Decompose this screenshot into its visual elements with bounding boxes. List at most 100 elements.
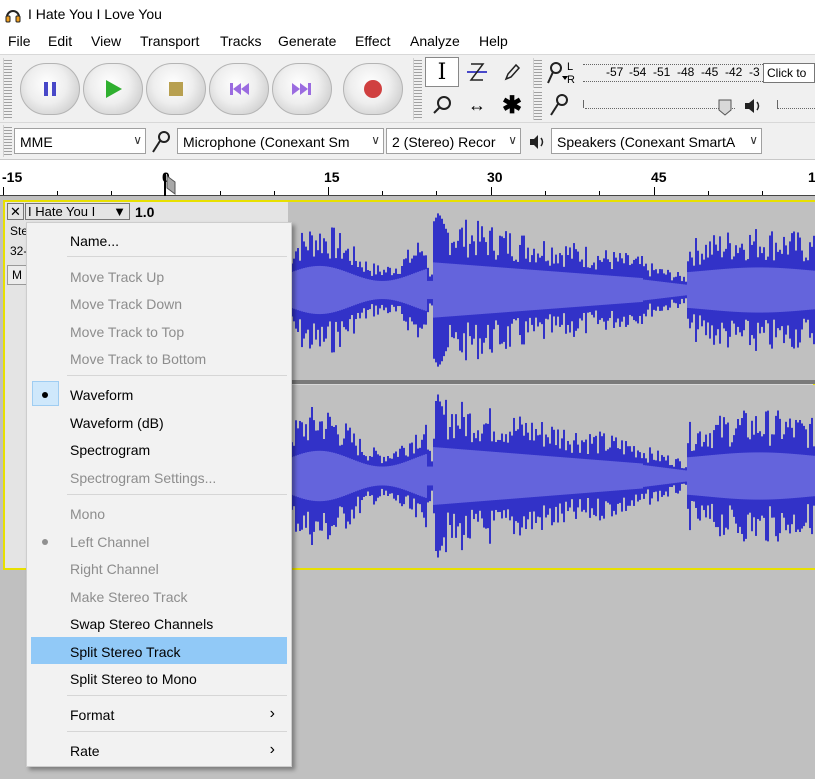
menu-item-swap-stereo-channels[interactable]: Swap Stereo Channels: [31, 609, 287, 636]
menu-effect[interactable]: Effect: [355, 33, 391, 49]
menu-item-label: Format: [70, 707, 115, 723]
device-toolbar-grip[interactable]: [3, 125, 12, 157]
menu-item-right-channel: Right Channel: [31, 554, 287, 581]
menu-separator: [67, 731, 287, 732]
mixer-toolbar-grip[interactable]: [533, 90, 542, 120]
audio-host-value: MME: [20, 134, 53, 150]
envelope-tool-button[interactable]: [460, 57, 494, 87]
meter-scale-label: -45: [701, 65, 719, 79]
menu-separator: [67, 256, 287, 257]
menu-item-make-stereo-track: Make Stereo Track: [31, 582, 287, 609]
ruler-tick: [111, 191, 112, 195]
recording-device-select[interactable]: Microphone (Conexant Sm ∨: [177, 128, 384, 154]
menu-tracks[interactable]: Tracks: [220, 33, 261, 49]
record-button[interactable]: [343, 63, 403, 115]
draw-tool-button[interactable]: [495, 57, 529, 87]
menu-item-label: Move Track to Bottom: [70, 351, 207, 367]
play-icon: [106, 80, 122, 98]
input-volume-slider[interactable]: [583, 96, 739, 116]
meter-scale-label: -51: [653, 65, 671, 79]
radio-bullet-icon: [42, 539, 48, 545]
menu-separator: [67, 494, 287, 495]
recording-channels-select[interactable]: 2 (Stereo) Recor ∨: [386, 128, 521, 154]
menu-item-move-track-up: Move Track Up: [31, 262, 287, 289]
track-gain-value: 1.0: [135, 204, 155, 220]
time-shift-tool-button[interactable]: ↔: [460, 90, 494, 120]
menu-file[interactable]: File: [8, 33, 31, 49]
menu-item-label: Spectrogram Settings...: [70, 470, 217, 486]
menu-separator: [67, 695, 287, 696]
menu-analyze[interactable]: Analyze: [410, 33, 460, 49]
menu-item-label: Swap Stereo Channels: [70, 616, 214, 632]
ruler-tick: [3, 187, 4, 195]
skip-to-end-button[interactable]: [272, 63, 332, 115]
chevron-down-icon: ∨: [746, 133, 758, 147]
playhead-icon[interactable]: [161, 174, 177, 196]
envelope-icon: [467, 63, 487, 81]
menu-view[interactable]: View: [91, 33, 121, 49]
ruler-tick: [708, 191, 709, 195]
chevron-right-icon: ›: [269, 705, 275, 722]
slider-thumb-icon[interactable]: [717, 96, 733, 116]
timeline-ruler[interactable]: -15 0 15 30 45 1: [0, 160, 815, 196]
menu-item-spectrogram[interactable]: Spectrogram: [31, 435, 287, 462]
chevron-down-icon: ∨: [133, 133, 142, 147]
meter-scale-label: -48: [677, 65, 695, 79]
audio-host-select[interactable]: MME ∨: [14, 128, 146, 154]
menu-item-label: Move Track to Top: [70, 324, 185, 340]
menu-transport[interactable]: Transport: [140, 33, 199, 49]
chevron-down-icon: ∨: [368, 133, 380, 147]
track-name-menu-button[interactable]: I Hate You I ▼: [25, 203, 130, 220]
menu-generate[interactable]: Generate: [278, 33, 336, 49]
ruler-tick: [545, 191, 546, 195]
ruler-tick: [382, 191, 383, 195]
stop-button[interactable]: [146, 63, 206, 115]
skip-to-end-icon: [292, 83, 311, 95]
menu-item-move-track-to-top: Move Track to Top: [31, 317, 287, 344]
track-context-menu: Name... Move Track Up Move Track Down Mo…: [26, 222, 292, 767]
playback-device-select[interactable]: Speakers (Conexant SmartA ∨: [551, 128, 762, 154]
track-name: I Hate You I: [28, 204, 96, 219]
chevron-right-icon: ›: [269, 741, 275, 758]
menu-help[interactable]: Help: [479, 33, 508, 49]
menu-item-rate[interactable]: Rate ›: [31, 736, 287, 763]
transport-toolbar-grip[interactable]: [3, 58, 12, 120]
menu-item-label: Left Channel: [70, 534, 150, 550]
stop-icon: [169, 82, 183, 96]
play-button[interactable]: [83, 63, 143, 115]
zoom-tool-button[interactable]: [425, 90, 459, 120]
selection-tool-button[interactable]: I: [425, 57, 459, 87]
menu-item-split-stereo-track[interactable]: Split Stereo Track: [31, 637, 287, 664]
pause-button[interactable]: [20, 63, 80, 115]
output-volume-speaker-icon: [745, 99, 760, 113]
meter-scale-label: -54: [629, 65, 647, 79]
pencil-icon: [504, 63, 521, 81]
skip-to-start-button[interactable]: [209, 63, 269, 115]
tools-toolbar-grip[interactable]: [413, 58, 422, 120]
output-volume-slider[interactable]: [775, 96, 815, 116]
menu-edit[interactable]: Edit: [48, 33, 72, 49]
record-meter-grip[interactable]: [533, 58, 542, 88]
close-track-button[interactable]: ✕: [7, 203, 24, 220]
menu-item-split-stereo-to-mono[interactable]: Split Stereo to Mono: [31, 664, 287, 691]
menu-item-label: Split Stereo Track: [70, 644, 181, 660]
menu-item-label: Make Stereo Track: [70, 589, 188, 605]
ruler-tick: [274, 191, 275, 195]
mute-button[interactable]: M: [7, 265, 27, 285]
multi-tool-button[interactable]: ✱: [495, 90, 529, 120]
menu-item-format[interactable]: Format ›: [31, 700, 287, 727]
menu-item-label: Spectrogram: [70, 442, 151, 458]
radio-bullet-icon: [42, 392, 48, 398]
chevron-down-icon: ∨: [505, 133, 517, 147]
menu-item-name[interactable]: Name...: [31, 226, 287, 253]
ruler-label: 1: [808, 169, 815, 185]
pause-icon: [44, 82, 56, 96]
click-to-monitor-tooltip[interactable]: Click to: [763, 63, 815, 83]
triangle-down-icon: ▼: [113, 204, 126, 219]
menu-item-waveform[interactable]: Waveform: [31, 380, 287, 407]
menu-item-label: Mono: [70, 506, 106, 522]
menu-item-waveform-db[interactable]: Waveform (dB): [31, 408, 287, 435]
record-meter-mic-icon[interactable]: LR: [546, 59, 576, 87]
waveform-graph: [288, 213, 815, 558]
record-meter[interactable]: -57 -54 -51 -48 -45 -42 -3: [583, 62, 767, 84]
